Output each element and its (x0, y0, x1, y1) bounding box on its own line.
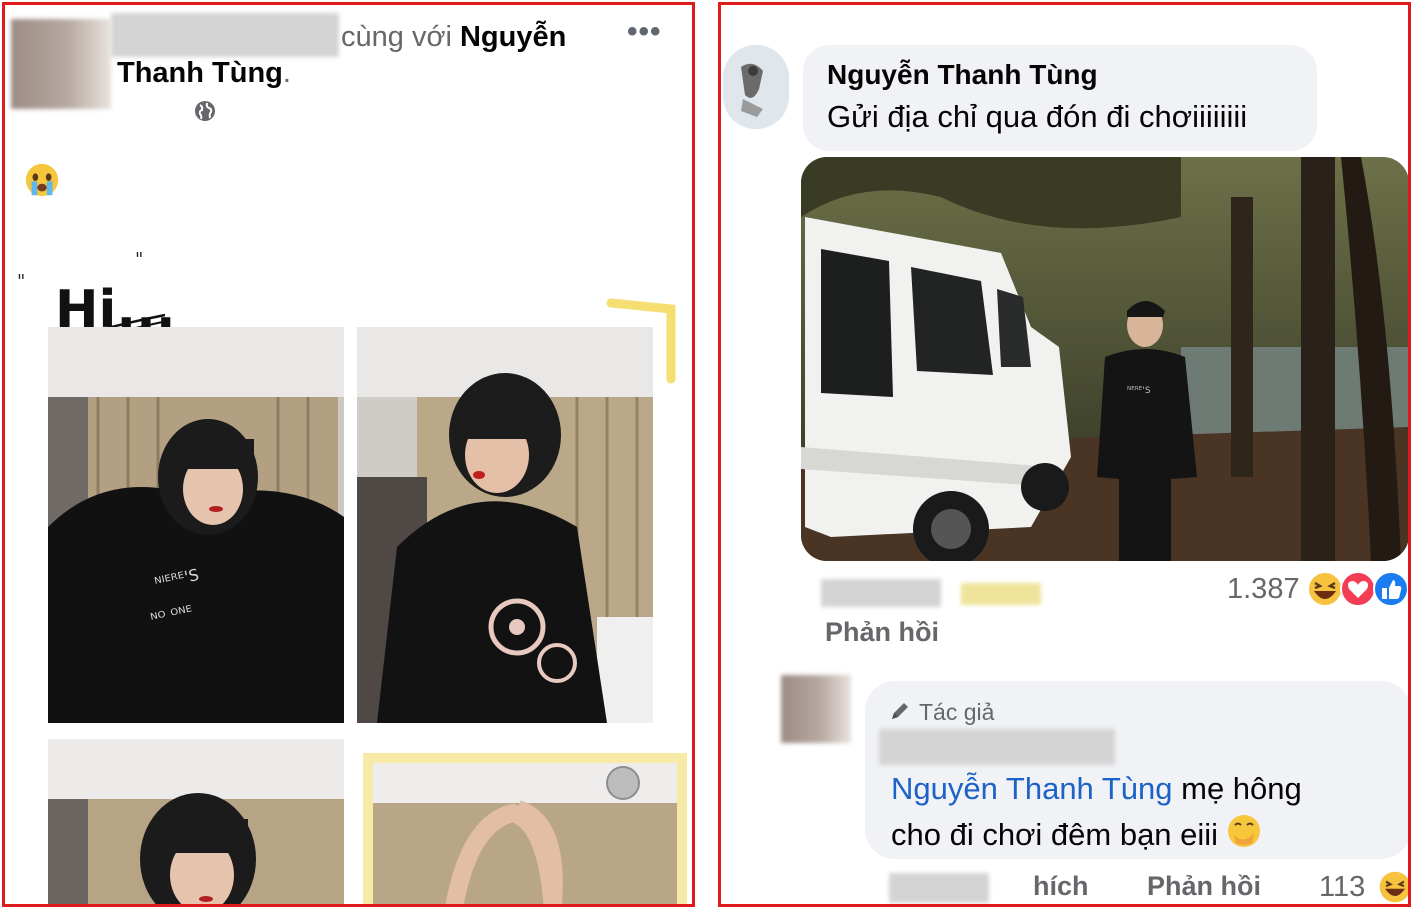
comment-reaction-count[interactable]: 1.387 (1227, 573, 1300, 606)
post-header: cùng với Nguyễn (341, 19, 566, 55)
svg-text:": " (17, 271, 25, 292)
comment-author-name[interactable]: Nguyễn Thanh Tùng (827, 59, 1098, 91)
comment-bubble: Nguyễn Thanh Tùng Gửi địa chỉ qua đón đi… (803, 45, 1317, 151)
post-photo-1[interactable]: ᴺᴵᴱᴿᴱ'S ᴺᴼ ᴼᴺᴱ (48, 327, 344, 723)
right-comments-panel: Nguyễn Thanh Tùng Gửi địa chỉ qua đón đi… (718, 2, 1411, 907)
svg-text:ᴺᴱᴿᴱ'S: ᴺᴱᴿᴱ'S (1127, 386, 1151, 396)
reply-text-part2: cho đi chơi đêm bạn eiii (891, 817, 1219, 852)
reply-like-button[interactable]: hích (1033, 871, 1089, 902)
tagged-name-part1[interactable]: Nguyễn (460, 21, 566, 53)
like-icon (1373, 571, 1408, 607)
poster-avatar-blurred[interactable] (11, 19, 111, 109)
tagged-suffix: . (282, 57, 291, 89)
comment-text: Gửi địa chỉ qua đón đi chơiiiiiiii (827, 99, 1248, 134)
author-badge-label: Tác giả (919, 699, 995, 725)
left-post-panel: cùng với Nguyễn Thanh Tùng. ••• " " Hi..… (2, 2, 695, 907)
crying-face-emoji (25, 163, 59, 197)
reply-reaction-count[interactable]: 113 (1319, 871, 1365, 904)
globe-icon[interactable] (193, 99, 217, 123)
reply-author-name-blurred[interactable] (879, 729, 1115, 765)
hand-over-mouth-emoji (1228, 815, 1261, 847)
reply-author-avatar-blurred[interactable] (781, 675, 851, 743)
pencil-icon (892, 703, 908, 719)
comment-reply-button[interactable]: Phản hồi (825, 617, 939, 648)
reply-timestamp-blurred[interactable] (889, 873, 989, 903)
haha-icon[interactable] (1377, 869, 1411, 905)
post-photo-4[interactable] (363, 753, 687, 904)
post-photo-2[interactable] (357, 327, 653, 723)
mention-link[interactable]: Nguyễn Thanh Tùng (891, 771, 1173, 806)
comment-timestamp-blurred[interactable] (821, 579, 941, 607)
comment-reaction-icons[interactable] (1305, 569, 1411, 609)
more-options-icon[interactable]: ••• (627, 15, 662, 49)
commenter-avatar[interactable] (723, 45, 789, 129)
author-badge: Tác giả (889, 699, 994, 726)
comment-like-blurred[interactable] (961, 583, 1041, 605)
post-header-line2: Thanh Tùng. (117, 55, 291, 91)
love-icon (1340, 571, 1376, 607)
reply-reply-button[interactable]: Phản hồi (1147, 871, 1261, 902)
with-text: cùng với (341, 21, 452, 53)
reply-text: Nguyễn Thanh Tùng mẹ hông cho đi chơi đê… (891, 767, 1401, 857)
comment-attached-photo[interactable]: ᴺᴱᴿᴱ'S (801, 157, 1408, 561)
tagged-name-part2[interactable]: Thanh Tùng (117, 57, 283, 89)
reply-bubble: Tác giả Nguyễn Thanh Tùng mẹ hông cho đi… (865, 681, 1408, 859)
post-photo-3[interactable] (48, 739, 344, 904)
haha-icon (1307, 571, 1343, 607)
reply-text-part1: mẹ hông (1172, 771, 1302, 806)
svg-text:": " (135, 249, 143, 270)
poster-name-blurred[interactable] (111, 13, 339, 57)
